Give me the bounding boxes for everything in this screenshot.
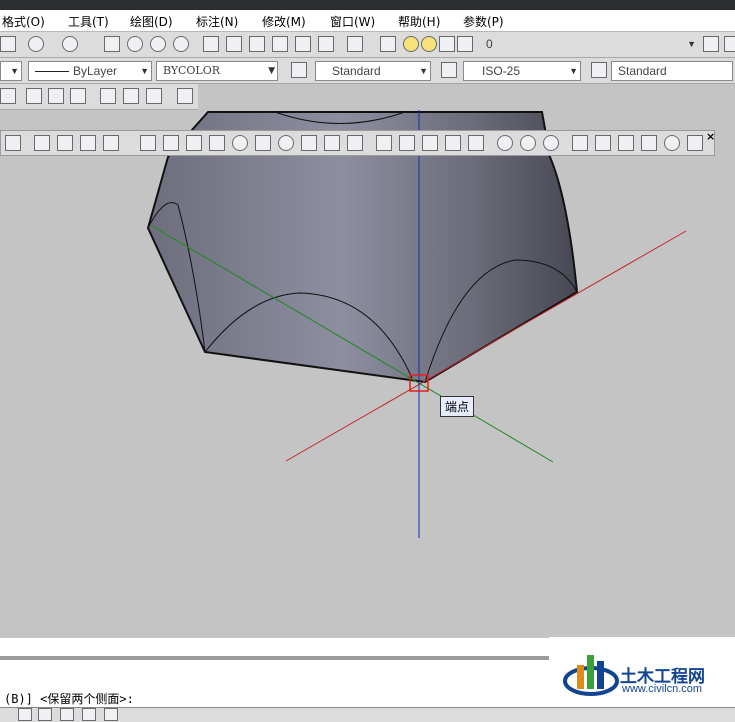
- planar-surface-icon[interactable]: [347, 135, 363, 151]
- views-icon[interactable]: [5, 135, 21, 151]
- lineweight-icon[interactable]: [104, 708, 118, 721]
- watermark-url: www.civilcn.com: [622, 683, 703, 695]
- wedge-icon[interactable]: [186, 135, 202, 151]
- modeling-toolbar: ×: [0, 130, 715, 156]
- loft-icon[interactable]: [468, 135, 484, 151]
- command-prompt: (B)] <保留两个侧面>:: [4, 692, 134, 706]
- sphere-icon[interactable]: [232, 135, 248, 151]
- pyramid-icon[interactable]: [301, 135, 317, 151]
- status-bar: [0, 707, 735, 722]
- sweep-icon[interactable]: [422, 135, 438, 151]
- extrude-icon[interactable]: [376, 135, 392, 151]
- intersect-icon[interactable]: [543, 135, 559, 151]
- 3d-move-icon[interactable]: [572, 135, 588, 151]
- revolve-icon[interactable]: [445, 135, 461, 151]
- close-icon[interactable]: ×: [706, 130, 715, 143]
- torus-icon[interactable]: [278, 135, 294, 151]
- 3d-rotate-icon[interactable]: [595, 135, 611, 151]
- cylinder-icon[interactable]: [255, 135, 271, 151]
- polar-tracking-icon[interactable]: [38, 708, 52, 721]
- snap-mode-icon[interactable]: [18, 708, 32, 721]
- view-front-icon[interactable]: [57, 135, 73, 151]
- cone-icon[interactable]: [209, 135, 225, 151]
- box-icon[interactable]: [163, 135, 179, 151]
- subtract-icon[interactable]: [520, 135, 536, 151]
- materials-icon[interactable]: [687, 135, 703, 151]
- view-top-icon[interactable]: [34, 135, 50, 151]
- ortho-mode-icon[interactable]: [82, 708, 96, 721]
- union-icon[interactable]: [497, 135, 513, 151]
- polysolid-icon[interactable]: [140, 135, 156, 151]
- object-snap-icon[interactable]: [60, 708, 74, 721]
- watermark-emblem-icon: [563, 655, 619, 696]
- helix-icon[interactable]: [324, 135, 340, 151]
- view-iso-icon[interactable]: [103, 135, 119, 151]
- 3d-array-icon[interactable]: [641, 135, 657, 151]
- presspull-icon[interactable]: [399, 135, 415, 151]
- osnap-tooltip: 端点: [440, 396, 475, 417]
- render-icon[interactable]: [664, 135, 680, 151]
- model-canvas: [146, 110, 687, 538]
- 3d-align-icon[interactable]: [618, 135, 634, 151]
- view-left-icon[interactable]: [80, 135, 96, 151]
